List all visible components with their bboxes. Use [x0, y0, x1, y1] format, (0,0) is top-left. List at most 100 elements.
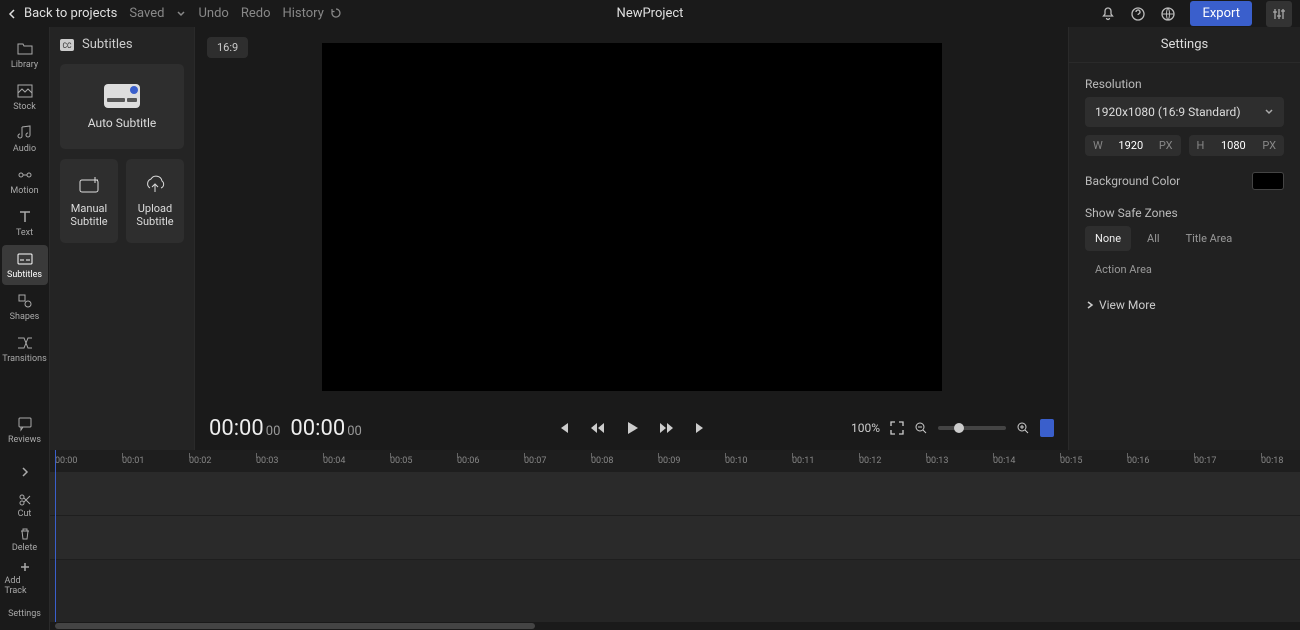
rail-library[interactable]: Library [2, 35, 48, 75]
ruler-tick: 00:17 [1194, 456, 1216, 466]
rail-stock[interactable]: Stock [2, 77, 48, 117]
chevron-right-icon [1085, 300, 1095, 310]
svg-text:CC: CC [62, 42, 72, 50]
transport-controls [555, 419, 709, 437]
ruler-tick: 00:00 [55, 456, 77, 466]
auto-subtitle-icon [104, 84, 140, 108]
export-button[interactable]: Export [1190, 1, 1252, 26]
total-timecode: 00:0000 [290, 416, 361, 441]
zone-title[interactable]: Title Area [1176, 226, 1243, 251]
zoom-slider[interactable] [938, 426, 1006, 430]
manual-subtitle-card[interactable]: Manual Subtitle [60, 159, 118, 243]
project-title[interactable]: NewProject [617, 6, 684, 21]
fit-button[interactable] [1040, 419, 1054, 437]
timeline-expand[interactable] [5, 456, 45, 488]
rail-shapes[interactable]: Shapes [2, 287, 48, 327]
zoom-percent[interactable]: 100% [851, 421, 880, 435]
ruler-tick: 00:18 [1261, 456, 1283, 466]
playhead[interactable] [55, 450, 56, 622]
view-more-toggle[interactable]: View More [1085, 298, 1284, 312]
zone-all[interactable]: All [1137, 226, 1170, 251]
resolution-label: Resolution [1085, 77, 1284, 91]
zoom-in-button[interactable] [1016, 421, 1030, 435]
save-status: Saved [129, 6, 164, 21]
globe-icon [1160, 6, 1176, 22]
play-button[interactable] [623, 419, 641, 437]
aspect-ratio-badge[interactable]: 16:9 [207, 37, 248, 58]
rail-reviews[interactable]: Reviews [2, 410, 48, 450]
chevron-left-icon [8, 9, 18, 19]
zone-action[interactable]: Action Area [1085, 257, 1162, 282]
zoom-out-button[interactable] [914, 421, 928, 435]
scissors-icon [18, 493, 32, 507]
rail-subtitles[interactable]: Subtitles [2, 245, 48, 285]
history-button[interactable]: History [282, 6, 342, 21]
track-row[interactable] [50, 516, 1300, 560]
language-button[interactable] [1160, 6, 1176, 22]
width-input[interactable]: W1920PX [1085, 135, 1181, 156]
ruler-tick: 00:09 [658, 456, 680, 466]
zone-none[interactable]: None [1085, 226, 1131, 251]
upload-subtitle-card[interactable]: Upload Subtitle [126, 159, 184, 243]
notifications-button[interactable] [1100, 6, 1116, 22]
height-input[interactable]: H1080PX [1189, 135, 1285, 156]
ruler-tick: 00:04 [323, 456, 345, 466]
back-to-projects[interactable]: Back to projects [8, 6, 117, 21]
chevron-right-icon [18, 465, 32, 479]
scrollbar-thumb[interactable] [55, 623, 535, 629]
chevron-down-icon [176, 9, 186, 19]
settings-body: Resolution 1920x1080 (16:9 Standard) W19… [1069, 63, 1300, 326]
delete-tool[interactable]: Delete [5, 524, 45, 556]
skip-start-button[interactable] [555, 420, 571, 436]
help-button[interactable] [1130, 6, 1146, 22]
rail-transitions[interactable]: Transitions [2, 329, 48, 369]
back-label: Back to projects [24, 6, 117, 21]
add-track-button[interactable]: Add Track [5, 560, 45, 596]
top-bar: Back to projects Saved Undo Redo History… [0, 0, 1300, 27]
cut-tool[interactable]: Cut [5, 490, 45, 522]
subtitles-icon [16, 250, 34, 268]
auto-subtitle-card[interactable]: Auto Subtitle [60, 64, 184, 149]
main-area: Library Stock Audio Motion Text Subtitle… [0, 27, 1300, 450]
timeline-tracks[interactable] [50, 472, 1300, 622]
add-subtitle-icon [78, 174, 100, 196]
background-color-row: Background Color [1085, 172, 1284, 190]
redo-button[interactable]: Redo [241, 6, 271, 21]
fullscreen-button[interactable] [890, 421, 904, 435]
project-settings-button[interactable] [1266, 1, 1292, 27]
resolution-section: Resolution 1920x1080 (16:9 Standard) W19… [1085, 77, 1284, 156]
timeline: Cut Delete Add Track Settings 00:0000:01… [0, 450, 1300, 630]
rewind-button[interactable] [589, 420, 605, 436]
audio-icon [16, 124, 34, 142]
ruler-tick: 00:15 [1060, 456, 1082, 466]
canvas-wrap [195, 27, 1068, 406]
motion-icon [16, 166, 34, 184]
skip-end-button[interactable] [693, 420, 709, 436]
settings-title: Settings [1069, 27, 1300, 63]
resolution-select[interactable]: 1920x1080 (16:9 Standard) [1085, 97, 1284, 127]
undo-button[interactable]: Undo [198, 6, 228, 21]
timeline-settings-button[interactable]: Settings [5, 598, 45, 630]
folder-icon [16, 40, 34, 58]
stock-icon [16, 82, 34, 100]
timeline-ruler[interactable]: 00:0000:0100:0200:0300:0400:0500:0600:07… [50, 450, 1300, 472]
timeline-body[interactable]: 00:0000:0100:0200:0300:0400:0500:0600:07… [50, 450, 1300, 630]
save-dropdown[interactable] [176, 9, 186, 19]
track-row[interactable] [50, 472, 1300, 516]
transitions-icon [16, 334, 34, 352]
ruler-tick: 00:13 [926, 456, 948, 466]
timeline-scrollbar[interactable] [50, 622, 1300, 630]
rail-text[interactable]: Text [2, 203, 48, 243]
forward-button[interactable] [659, 420, 675, 436]
video-canvas[interactable] [322, 43, 942, 391]
rail-audio[interactable]: Audio [2, 119, 48, 159]
dimensions-row: W1920PX H1080PX [1085, 135, 1284, 156]
trash-icon [18, 527, 32, 541]
preview-controls: 00:0000 00:0000 100% [195, 406, 1068, 450]
text-icon [16, 208, 34, 226]
rail-motion[interactable]: Motion [2, 161, 48, 201]
bg-color-swatch[interactable] [1252, 172, 1284, 190]
panel-header: CC Subtitles [60, 37, 184, 52]
zoom-out-icon [914, 421, 928, 435]
topbar-right: Export [1100, 1, 1292, 27]
